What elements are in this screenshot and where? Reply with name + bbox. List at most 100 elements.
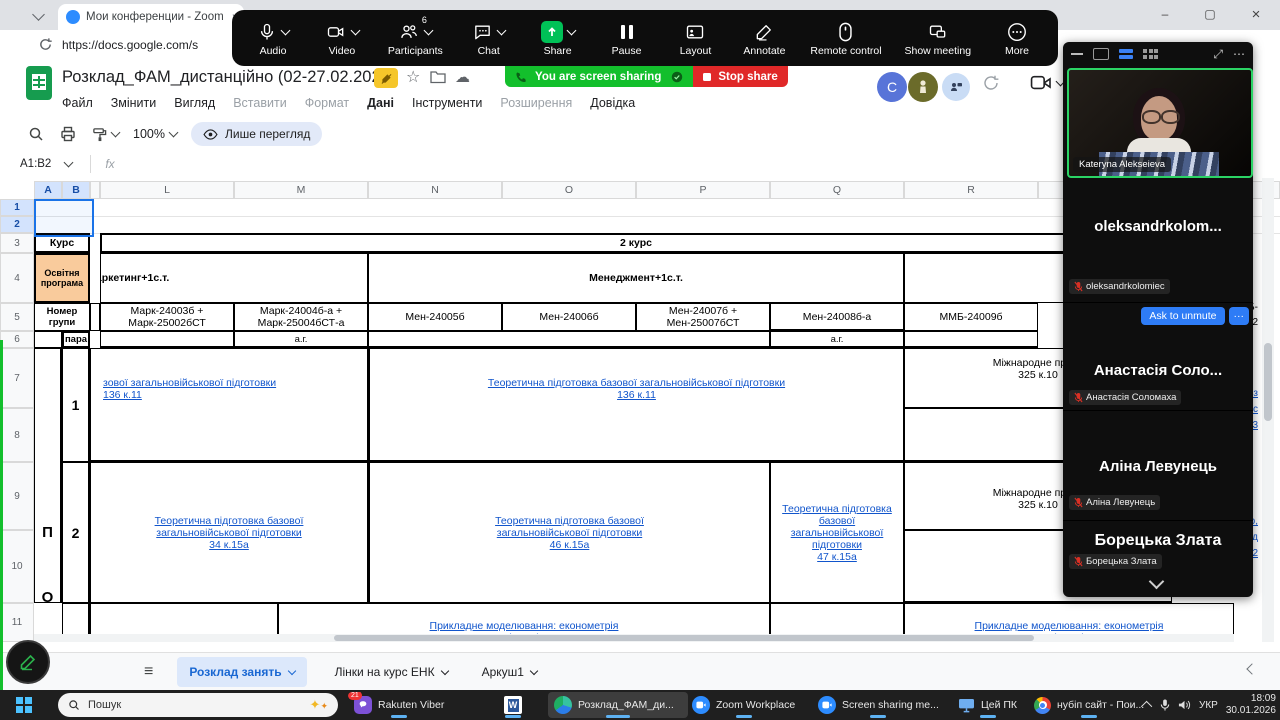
language-indicator[interactable]: УКР <box>1199 700 1218 711</box>
cell-group-label[interactable]: Номер групи <box>34 303 90 331</box>
participant-tile[interactable]: oleksandrkolom... oleksandrkolomiec <box>1063 176 1253 303</box>
clock[interactable]: 18:09 30.01.2026 <box>1226 693 1276 717</box>
sheet-tab-links[interactable]: Лінки на курс ЕНК <box>323 657 460 687</box>
vertical-scrollbar-thumb[interactable] <box>1264 343 1272 421</box>
panel-more-icon[interactable]: ⋯ <box>1233 47 1245 61</box>
cell-group[interactable]: Мен-24007б + Мен-25007бСТ <box>636 303 770 331</box>
remote-control-button[interactable]: Remote control <box>810 19 881 57</box>
col-header-P[interactable]: P <box>636 181 770 199</box>
menu-data[interactable]: Дані <box>367 96 394 110</box>
url-text[interactable]: https://docs.google.com/s <box>62 38 198 52</box>
audio-chevron-icon[interactable] <box>281 26 291 36</box>
taskbar-search-box[interactable]: Пошук ✦✦ <box>58 693 338 717</box>
sheet-tab-chevron-icon[interactable] <box>287 667 295 675</box>
single-view-icon[interactable] <box>1093 48 1109 60</box>
col-header-N[interactable]: N <box>368 181 502 199</box>
vertical-scrollbar[interactable] <box>1262 178 1274 642</box>
spreadsheet-title[interactable]: Розклад_ФАМ_дистанційно (02-27.02.2026) <box>62 68 395 87</box>
cell-subgroup-ag[interactable]: а.г. <box>770 331 904 348</box>
cell-pair1-number[interactable]: 1 <box>62 348 90 462</box>
avatar[interactable]: C <box>877 72 907 102</box>
row-header-1[interactable]: 1 <box>0 199 34 216</box>
paint-format-button[interactable] <box>92 127 119 142</box>
cell-empty[interactable] <box>904 331 1038 348</box>
zoom-level-select[interactable]: 100% <box>133 127 177 141</box>
participant-more-button[interactable]: ··· <box>1229 307 1250 325</box>
fx-icon[interactable]: fx <box>105 157 114 171</box>
split-view-icon[interactable] <box>1119 49 1133 59</box>
cell-program-management[interactable]: Менеджмент+1с.т. <box>368 253 904 303</box>
cloud-status-icon[interactable]: ☁ <box>455 68 470 86</box>
row-header-5[interactable]: 5 <box>0 303 34 331</box>
row-header-8[interactable]: 8 <box>0 408 34 462</box>
menu-view[interactable]: Вигляд <box>174 96 215 110</box>
present-avatar[interactable] <box>942 73 970 101</box>
col-header-A[interactable]: A <box>34 181 62 199</box>
taskbar-app-chrome[interactable]: нубіп сайт - Пои... <box>1028 692 1150 718</box>
window-minimize-button[interactable]: – <box>1145 0 1185 28</box>
horizontal-scrollbar-thumb[interactable] <box>334 635 1034 641</box>
cell-lesson[interactable]: Теоретична підготовка базової загальнові… <box>368 462 770 603</box>
chat-chevron-icon[interactable] <box>497 26 507 36</box>
cell-pair2-number[interactable]: 2 <box>62 462 90 603</box>
cell-program-label[interactable]: Освітня програма <box>34 253 90 303</box>
col-header-M[interactable]: M <box>234 181 368 199</box>
row-header-2[interactable]: 2 <box>0 216 34 233</box>
chat-button[interactable]: Chat <box>466 19 512 57</box>
ask-to-unmute-button[interactable]: Ask to unmute <box>1141 307 1224 325</box>
avatar[interactable] <box>908 72 938 102</box>
col-header-O[interactable]: O <box>502 181 636 199</box>
grid-view-icon[interactable] <box>1143 49 1158 59</box>
selection-box[interactable] <box>34 199 94 237</box>
cell-para[interactable]: пара <box>62 331 90 348</box>
menu-file[interactable]: Файл <box>62 96 93 110</box>
layout-button[interactable]: Layout <box>672 19 718 57</box>
sheet-tab-arkush1[interactable]: Аркуш1 <box>470 657 549 687</box>
cell-group[interactable]: Марк-24003б + Марк-25002бСТ <box>100 303 234 331</box>
view-only-chip[interactable]: Лише перегляд <box>191 122 322 146</box>
cell-group[interactable]: Мен-24005б <box>368 303 502 331</box>
version-history-icon[interactable] <box>982 74 1000 92</box>
taskbar-app-zoom-sharing[interactable]: Screen sharing me... <box>812 692 945 718</box>
print-icon[interactable] <box>60 126 76 142</box>
col-header-B[interactable]: B <box>62 181 90 199</box>
search-icon[interactable] <box>28 126 44 142</box>
taskbar-app-this-pc[interactable]: Цей ПК <box>952 692 1023 718</box>
horizontal-scrollbar[interactable] <box>34 634 1234 642</box>
taskbar-app-edge-sheet[interactable]: Розклад_ФАМ_ди... <box>548 692 688 718</box>
star-icon[interactable]: ☆ <box>406 67 420 87</box>
speaker-video-tile[interactable]: Kateryna Alekseieva <box>1067 68 1253 178</box>
name-box-chevron-icon[interactable] <box>64 158 74 168</box>
menu-insert[interactable]: Вставити <box>233 96 286 110</box>
cell-group[interactable]: ММБ-24009б <box>904 303 1038 331</box>
annotate-button[interactable]: Annotate <box>741 19 787 57</box>
tab-search-chevron-icon[interactable] <box>32 8 45 21</box>
cell-empty[interactable] <box>100 331 234 348</box>
share-button[interactable]: Share <box>535 19 581 57</box>
annotation-pencil-button[interactable] <box>6 640 50 684</box>
cell-lesson[interactable]: Теоретична підготовка базової загальнові… <box>368 348 904 462</box>
stop-share-button[interactable]: Stop share <box>693 66 787 87</box>
view-only-lock-icon[interactable] <box>374 68 398 88</box>
participants-chevron-icon[interactable] <box>424 26 434 36</box>
cell-subgroup-ag[interactable]: а.г. <box>234 331 368 348</box>
col-header-R[interactable]: R <box>904 181 1038 199</box>
sheet-tab-chevron-icon[interactable] <box>440 667 448 675</box>
cell-lesson[interactable]: зової загальновійськової підготовки 136 … <box>90 348 368 462</box>
cell-group[interactable]: Марк-24004б-а + Марк-25004бСТ-а <box>234 303 368 331</box>
row-header-3[interactable]: 3 <box>0 233 34 253</box>
tray-mic-icon[interactable] <box>1160 699 1170 711</box>
sheet-tab-rozklad[interactable]: Розклад занять <box>177 657 306 687</box>
row-header-7[interactable]: 7 <box>0 348 34 408</box>
cell-empty[interactable] <box>34 331 62 348</box>
panel-scroll-down-icon[interactable] <box>1149 574 1165 590</box>
col-header-Q[interactable]: Q <box>770 181 904 199</box>
show-meeting-button[interactable]: Show meeting <box>905 19 972 57</box>
row-header-10[interactable]: 10 <box>0 530 34 603</box>
all-sheets-menu-icon[interactable]: ≡ <box>144 663 153 681</box>
cell-group[interactable]: Мен-24006б <box>502 303 636 331</box>
share-chevron-icon[interactable] <box>566 26 576 36</box>
cell-day-letters[interactable]: П О <box>34 348 62 603</box>
menu-extensions[interactable]: Розширення <box>500 96 572 110</box>
row-header-4[interactable]: 4 <box>0 253 34 303</box>
